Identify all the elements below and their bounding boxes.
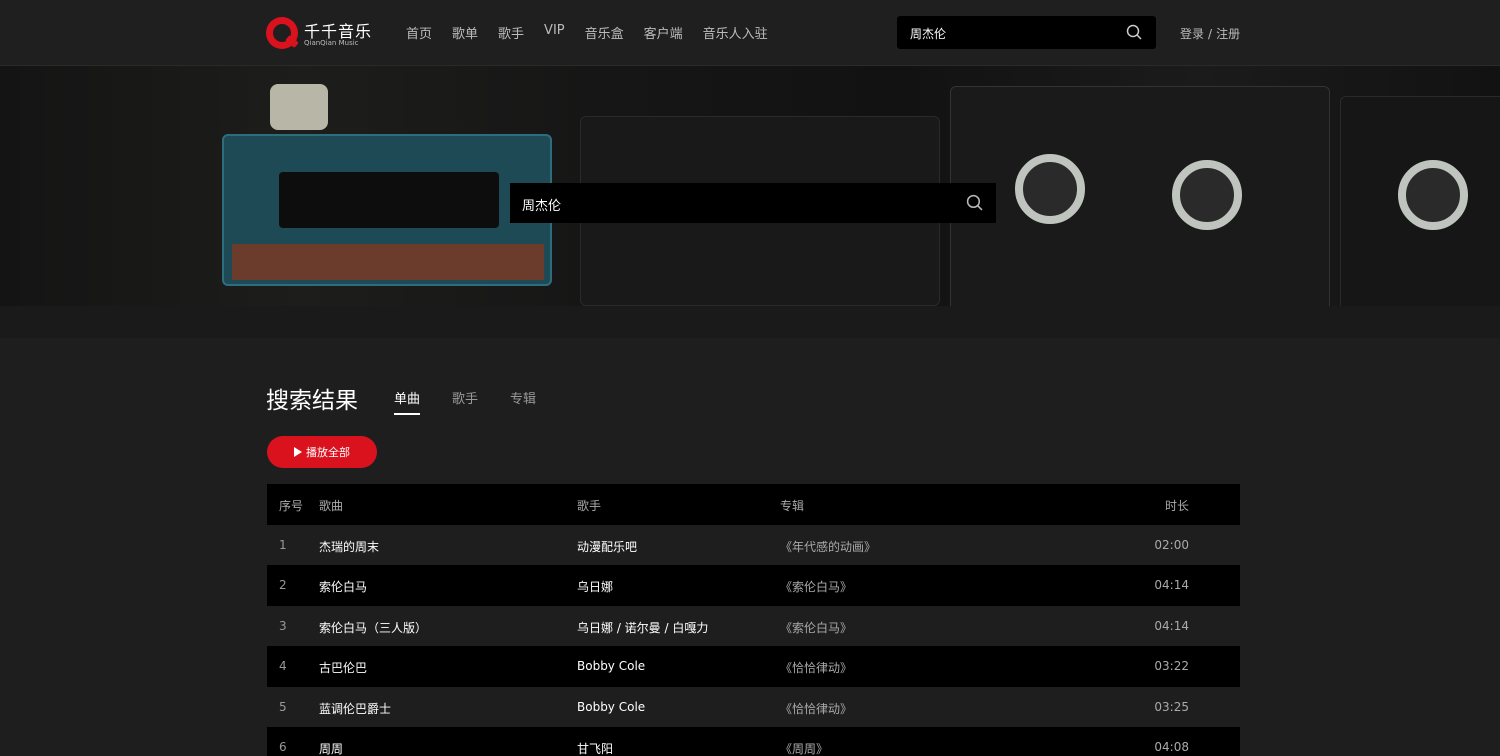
song-link[interactable]: 周周	[319, 740, 343, 756]
artist-link[interactable]: 甘飞阳	[577, 740, 613, 756]
song-table: 序号 歌曲 歌手 专辑 时长 1 杰瑞的周末 动漫配乐吧 《年代感的动画》 02…	[267, 484, 1240, 756]
table-row[interactable]: 6 周周 甘飞阳 《周周》 04:08	[267, 727, 1240, 756]
table-row[interactable]: 2 索伦白马 乌日娜 《索伦白马》 04:14	[267, 565, 1240, 606]
row-index: 1	[279, 537, 287, 552]
duration: 02:00	[1154, 537, 1189, 552]
logo-subtitle: QianQian Music	[304, 39, 359, 47]
tab-songs[interactable]: 单曲	[394, 388, 421, 415]
tab-artists[interactable]: 歌手	[452, 388, 478, 415]
hero-banner: 周杰伦	[0, 66, 1500, 338]
login-link[interactable]: 登录	[1180, 27, 1204, 41]
table-row[interactable]: 1 杰瑞的周末 动漫配乐吧 《年代感的动画》 02:00	[267, 524, 1240, 565]
album-link[interactable]: 《索伦白马》	[780, 619, 852, 636]
auth-links: 登录 / 注册	[1180, 25, 1240, 42]
nav-item-playlists[interactable]: 歌单	[452, 23, 478, 42]
duration: 03:22	[1154, 659, 1189, 673]
artist-link[interactable]: Bobby Cole	[577, 700, 645, 714]
row-index: 3	[279, 618, 287, 633]
row-index: 2	[279, 578, 287, 592]
top-header: 千千音乐 QianQian Music 首页 歌单 歌手 VIP 音乐盒 客户端…	[0, 0, 1500, 66]
song-link[interactable]: 索伦白马（三人版）	[319, 619, 427, 636]
qianqian-logo-icon	[266, 17, 298, 49]
main-nav: 首页 歌单 歌手 VIP 音乐盒 客户端 音乐人入驻	[406, 23, 768, 42]
album-link[interactable]: 《索伦白马》	[780, 578, 852, 595]
play-all-button[interactable]: 播放全部	[267, 436, 377, 468]
row-index: 4	[279, 659, 287, 673]
table-row[interactable]: 5 蓝调伦巴爵士 Bobby Cole 《恰恰律动》 03:25	[267, 686, 1240, 727]
table-row[interactable]: 4 古巴伦巴 Bobby Cole 《恰恰律动》 03:22	[267, 646, 1240, 687]
nav-item-client[interactable]: 客户端	[644, 23, 683, 42]
song-link[interactable]: 索伦白马	[319, 578, 367, 595]
banner-decoration	[0, 306, 1500, 338]
col-header-artist: 歌手	[577, 499, 602, 513]
tab-albums[interactable]: 专辑	[510, 388, 536, 415]
artist-link[interactable]: 动漫配乐吧	[577, 538, 637, 555]
song-link[interactable]: 古巴伦巴	[319, 659, 367, 676]
album-link[interactable]: 《年代感的动画》	[780, 538, 876, 555]
song-link[interactable]: 杰瑞的周末	[319, 538, 379, 555]
banner-decoration	[270, 84, 328, 130]
tape-reel-icon	[1172, 160, 1242, 230]
nav-item-music-box[interactable]: 音乐盒	[585, 23, 624, 42]
row-index: 6	[279, 740, 287, 754]
search-icon[interactable]	[966, 194, 983, 211]
album-link[interactable]: 《恰恰律动》	[780, 659, 852, 676]
nav-item-artists[interactable]: 歌手	[498, 23, 524, 42]
table-header: 序号 歌曲 歌手 专辑 时长	[267, 484, 1240, 525]
duration: 04:08	[1154, 740, 1189, 754]
artist-link[interactable]: 乌日娜	[577, 578, 613, 595]
artist-link[interactable]: Bobby Cole	[577, 659, 645, 673]
page-title: 搜索结果	[266, 388, 358, 414]
col-header-album: 专辑	[780, 499, 805, 513]
auth-separator: /	[1208, 27, 1213, 41]
col-header-index: 序号	[279, 499, 304, 513]
banner-search-input[interactable]: 周杰伦	[510, 183, 996, 223]
duration: 04:14	[1154, 618, 1189, 633]
row-index: 5	[279, 699, 287, 714]
result-tabs: 单曲 歌手 专辑	[394, 388, 536, 415]
nav-item-vip[interactable]: VIP	[544, 23, 565, 42]
banner-decoration	[950, 86, 1330, 326]
col-header-duration: 时长	[1164, 499, 1189, 513]
play-all-label: 播放全部	[306, 446, 350, 459]
search-icon[interactable]	[1126, 24, 1142, 40]
col-header-song: 歌曲	[319, 499, 344, 513]
tape-reel-icon	[1398, 160, 1468, 230]
header-search-input[interactable]: 周杰伦	[897, 16, 1156, 49]
header-search-value: 周杰伦	[910, 27, 947, 41]
nav-item-home[interactable]: 首页	[406, 23, 432, 42]
register-link[interactable]: 注册	[1216, 27, 1240, 41]
album-link[interactable]: 《恰恰律动》	[780, 700, 852, 717]
duration: 03:25	[1154, 699, 1189, 714]
banner-decoration	[222, 134, 552, 286]
site-logo[interactable]: 千千音乐 QianQian Music	[266, 16, 371, 50]
banner-search-value: 周杰伦	[522, 199, 562, 214]
play-icon	[294, 447, 302, 457]
album-link[interactable]: 《周周》	[780, 740, 828, 756]
duration: 04:14	[1154, 578, 1189, 592]
song-link[interactable]: 蓝调伦巴爵士	[319, 700, 391, 717]
table-row[interactable]: 3 索伦白马（三人版） 乌日娜 / 诺尔曼 / 白嘎力 《索伦白马》 04:14	[267, 605, 1240, 646]
tape-reel-icon	[1015, 154, 1085, 224]
nav-item-musician-join[interactable]: 音乐人入驻	[703, 23, 768, 42]
artist-link[interactable]: 乌日娜 / 诺尔曼 / 白嘎力	[577, 619, 708, 636]
